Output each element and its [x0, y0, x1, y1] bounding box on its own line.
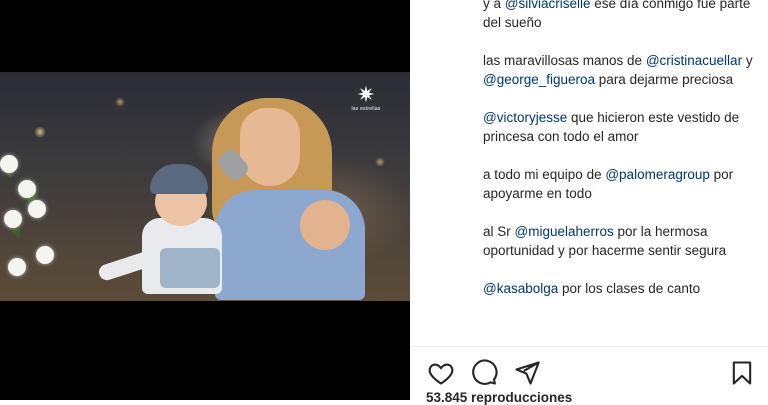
heart-icon[interactable]: [427, 359, 455, 387]
caption-paragraph: y a @silviacriselle ese día conmigo fue …: [483, 0, 763, 32]
mention-link[interactable]: @kasabolga: [483, 281, 558, 296]
views-count[interactable]: 53.845 reproducciones: [426, 390, 572, 405]
singer-face: [240, 108, 300, 186]
mention-link[interactable]: @george_figueroa: [483, 72, 595, 87]
caption-paragraph: al Sr @miguelaherros por la hermosa opor…: [483, 224, 727, 258]
comment-icon[interactable]: [470, 359, 498, 387]
star-burst-icon: ✷: [356, 82, 376, 107]
mention-link[interactable]: @miguelaherros: [515, 224, 614, 239]
caption-paragraph: a todo mi equipo de @palomeragroup por a…: [483, 167, 734, 201]
caption-paragraph: @victoryjesse que hicieron este vestido …: [483, 110, 740, 144]
channel-logo: ✷ las estrellas: [348, 82, 384, 113]
mention-link[interactable]: @palomeragroup: [605, 167, 710, 182]
caption-paragraph: las maravillosas manos de @cristinacuell…: [483, 53, 753, 87]
mention-link[interactable]: @victoryjesse: [483, 110, 567, 125]
bookmark-icon[interactable]: [728, 359, 756, 387]
post-caption: y a @silviacriselle ese día conmigo fue …: [483, 0, 763, 317]
baby-overall: [160, 248, 220, 288]
paper-plane-icon[interactable]: [513, 359, 541, 387]
flowers-decoration: [0, 150, 60, 290]
logo-text: las estrellas: [351, 106, 381, 112]
caption-paragraph: @kasabolga por los clases de canto: [483, 281, 701, 296]
post-media[interactable]: ✷ las estrellas: [0, 0, 410, 400]
mention-link[interactable]: @silviacriselle: [505, 0, 591, 11]
singer-shoulder: [300, 200, 350, 250]
mention-link[interactable]: @cristinacuellar: [646, 53, 742, 68]
